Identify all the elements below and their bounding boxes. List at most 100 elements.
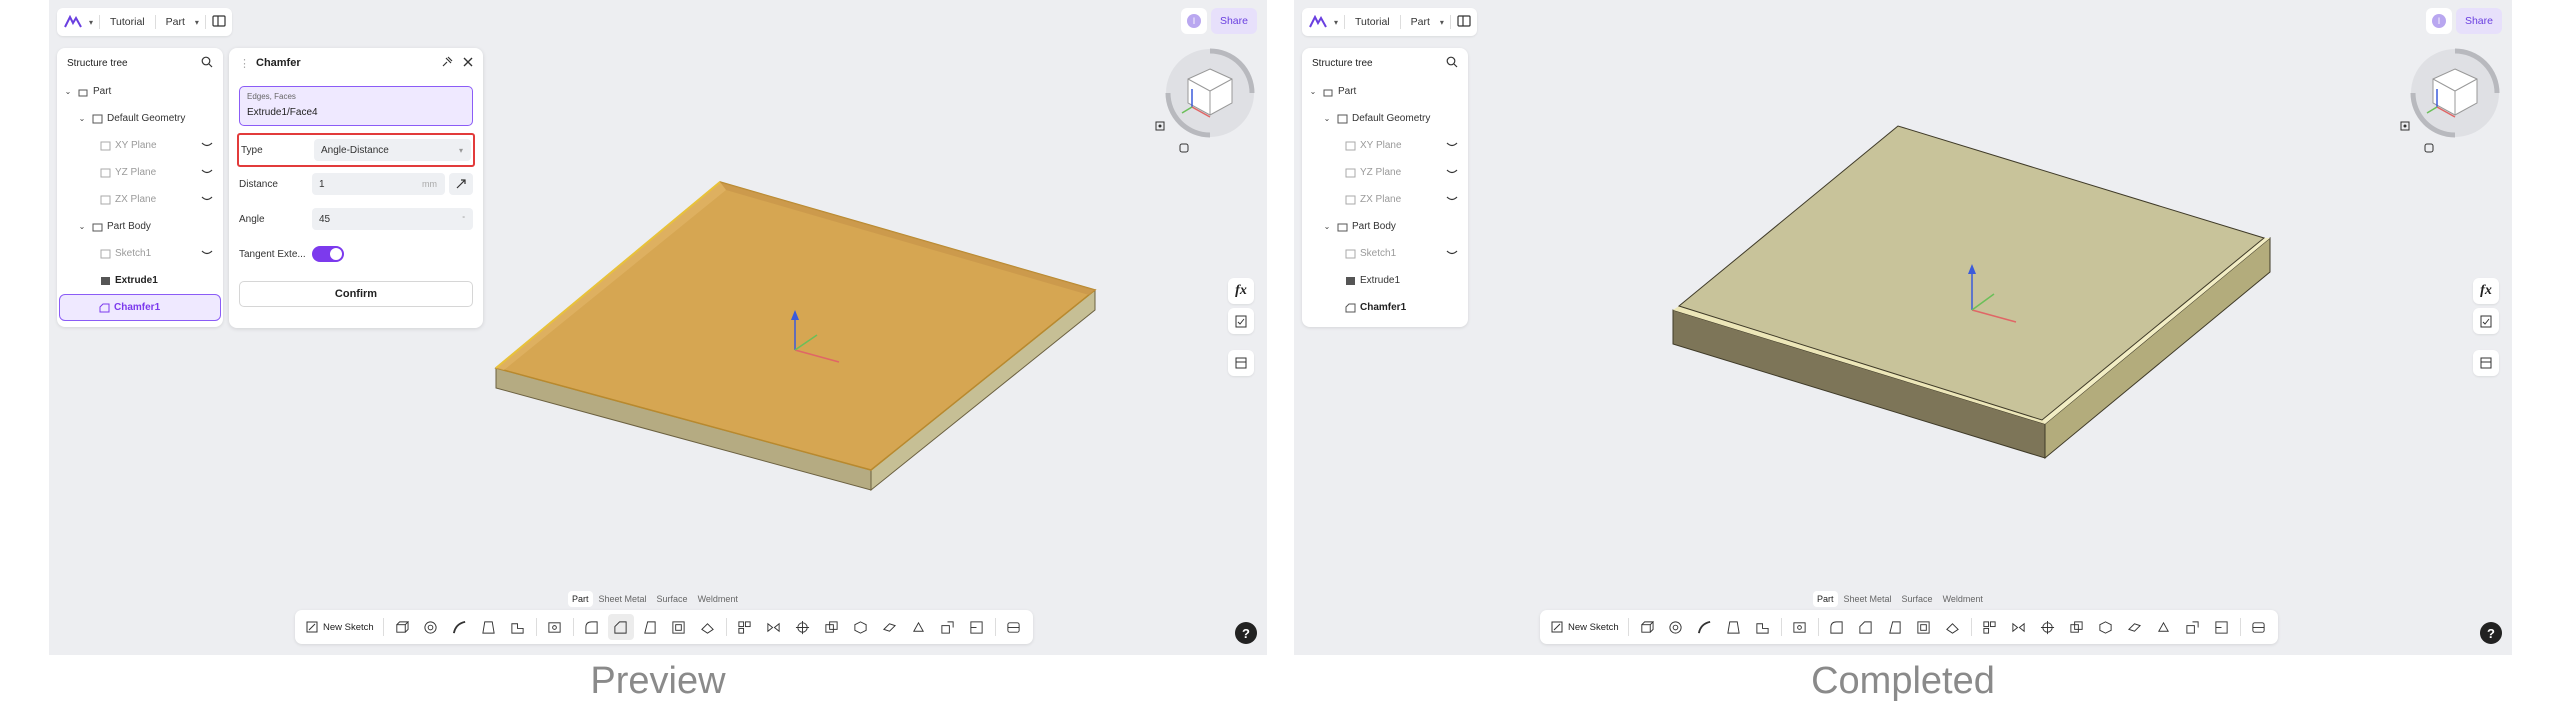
tree-item-zx-plane[interactable]: ZX Plane — [57, 186, 223, 213]
share-button[interactable]: Share — [1210, 8, 1257, 34]
drag-handle-icon[interactable]: ⋮ — [239, 57, 250, 70]
tree-item-sketch1[interactable]: Sketch1 — [57, 240, 223, 267]
type-select[interactable]: Angle-Distance ▾ — [314, 139, 471, 161]
chevron-down-icon[interactable]: ▾ — [89, 18, 93, 27]
help-button[interactable]: ? — [2480, 622, 2502, 644]
loft-icon[interactable] — [476, 614, 502, 640]
tree-item-zx-plane[interactable]: ZX Plane — [1302, 186, 1468, 213]
boolean-icon[interactable] — [819, 614, 845, 640]
tree-item-chamfer1[interactable]: Chamfer1 — [1302, 294, 1468, 321]
breadcrumb-part[interactable]: Part — [1407, 16, 1434, 28]
chamfer-tool-icon[interactable] — [607, 614, 634, 640]
extrude-icon[interactable] — [1634, 614, 1660, 640]
eye-closed-icon[interactable] — [201, 167, 213, 178]
display-mode-icon[interactable] — [1176, 140, 1192, 156]
breadcrumb-tutorial[interactable]: Tutorial — [106, 16, 149, 28]
tab-sheet-metal[interactable]: Sheet Metal — [595, 591, 651, 607]
eye-closed-icon[interactable] — [1446, 167, 1458, 178]
tree-item-yz-plane[interactable]: YZ Plane — [1302, 159, 1468, 186]
measure-icon[interactable] — [964, 614, 990, 640]
pattern-icon[interactable] — [732, 614, 758, 640]
move-body-icon[interactable] — [2035, 614, 2061, 640]
scale-icon[interactable] — [2180, 614, 2206, 640]
tab-surface[interactable]: Surface — [653, 591, 692, 607]
tab-part[interactable]: Part — [1813, 591, 1838, 607]
sweep-icon[interactable] — [447, 614, 473, 640]
new-sketch-button[interactable]: New Sketch — [301, 620, 378, 634]
distance-input[interactable]: 1 mm — [312, 173, 445, 195]
app-logo-icon[interactable] — [63, 14, 83, 30]
eye-closed-icon[interactable] — [201, 248, 213, 259]
chevron-down-icon[interactable]: ⌄ — [63, 87, 73, 96]
formula-button[interactable]: fx — [1228, 278, 1254, 304]
tangent-toggle[interactable] — [312, 246, 344, 262]
tree-item-part[interactable]: ⌄ Part — [57, 78, 223, 105]
checklist-icon[interactable] — [2473, 308, 2499, 334]
plane-tool-icon[interactable] — [2122, 614, 2148, 640]
help-button[interactable]: ? — [1235, 622, 1257, 644]
fillet-icon[interactable] — [1824, 614, 1850, 640]
display-mode-icon[interactable] — [2421, 140, 2437, 156]
chevron-down-icon[interactable]: ⌄ — [1322, 114, 1332, 123]
tree-item-extrude1[interactable]: Extrude1 — [1302, 267, 1468, 294]
search-icon[interactable] — [201, 56, 213, 71]
section-view-icon[interactable] — [2246, 614, 2272, 640]
chevron-down-icon[interactable]: ▾ — [1334, 18, 1338, 27]
measure-icon[interactable] — [2209, 614, 2235, 640]
shell-icon[interactable] — [666, 614, 692, 640]
view-cube[interactable] — [1162, 45, 1258, 141]
tab-surface[interactable]: Surface — [1898, 591, 1937, 607]
tree-item-part-body[interactable]: ⌄ Part Body — [57, 213, 223, 240]
chevron-down-icon[interactable]: ⌄ — [77, 222, 87, 231]
tree-item-chamfer1[interactable]: Chamfer1 — [59, 294, 221, 321]
split-icon[interactable] — [848, 614, 874, 640]
sweep-icon[interactable] — [1692, 614, 1718, 640]
tree-item-xy-plane[interactable]: XY Plane — [1302, 132, 1468, 159]
tab-weldment[interactable]: Weldment — [1939, 591, 1987, 607]
angle-input[interactable]: 45 ° — [312, 208, 473, 230]
view-cube[interactable] — [2407, 45, 2503, 141]
breadcrumb-part[interactable]: Part — [162, 16, 189, 28]
pin-icon[interactable] — [441, 56, 453, 71]
eye-closed-icon[interactable] — [1446, 248, 1458, 259]
tree-item-part[interactable]: ⌄ Part — [1302, 78, 1468, 105]
panel-toggle-icon[interactable] — [212, 14, 226, 30]
avatar[interactable]: I — [1180, 8, 1207, 34]
plane-tool-icon[interactable] — [877, 614, 903, 640]
confirm-button[interactable]: Confirm — [239, 281, 473, 307]
tab-weldment[interactable]: Weldment — [694, 591, 742, 607]
eye-closed-icon[interactable] — [201, 140, 213, 151]
close-icon[interactable] — [463, 57, 473, 70]
formula-button[interactable]: fx — [2473, 278, 2499, 304]
variables-icon[interactable] — [2473, 350, 2499, 376]
thicken-icon[interactable] — [1940, 614, 1966, 640]
tree-item-yz-plane[interactable]: YZ Plane — [57, 159, 223, 186]
mirror-icon[interactable] — [761, 614, 787, 640]
tree-item-part-body[interactable]: ⌄ Part Body — [1302, 213, 1468, 240]
tree-item-xy-plane[interactable]: XY Plane — [57, 132, 223, 159]
revolve-icon[interactable] — [1663, 614, 1689, 640]
loft-icon[interactable] — [1721, 614, 1747, 640]
hole-icon[interactable] — [542, 614, 568, 640]
scale-icon[interactable] — [935, 614, 961, 640]
eye-closed-icon[interactable] — [1446, 140, 1458, 151]
replace-face-icon[interactable] — [2151, 614, 2177, 640]
draft-icon[interactable] — [1882, 614, 1908, 640]
mirror-icon[interactable] — [2006, 614, 2032, 640]
share-button[interactable]: Share — [2455, 8, 2502, 34]
split-icon[interactable] — [2093, 614, 2119, 640]
search-icon[interactable] — [1446, 56, 1458, 71]
variables-icon[interactable] — [1228, 350, 1254, 376]
tab-sheet-metal[interactable]: Sheet Metal — [1840, 591, 1896, 607]
tree-item-default-geometry[interactable]: ⌄ Default Geometry — [57, 105, 223, 132]
chamfer-tool-icon[interactable] — [1853, 614, 1879, 640]
checklist-icon[interactable] — [1228, 308, 1254, 334]
extrude-icon[interactable] — [389, 614, 415, 640]
rib-icon[interactable] — [505, 614, 531, 640]
fit-view-icon[interactable] — [2397, 118, 2413, 134]
flip-direction-button[interactable] — [449, 173, 473, 195]
fillet-icon[interactable] — [579, 614, 605, 640]
app-logo-icon[interactable] — [1308, 14, 1328, 30]
chevron-down-icon[interactable]: ⌄ — [1322, 222, 1332, 231]
tab-part[interactable]: Part — [568, 591, 593, 607]
